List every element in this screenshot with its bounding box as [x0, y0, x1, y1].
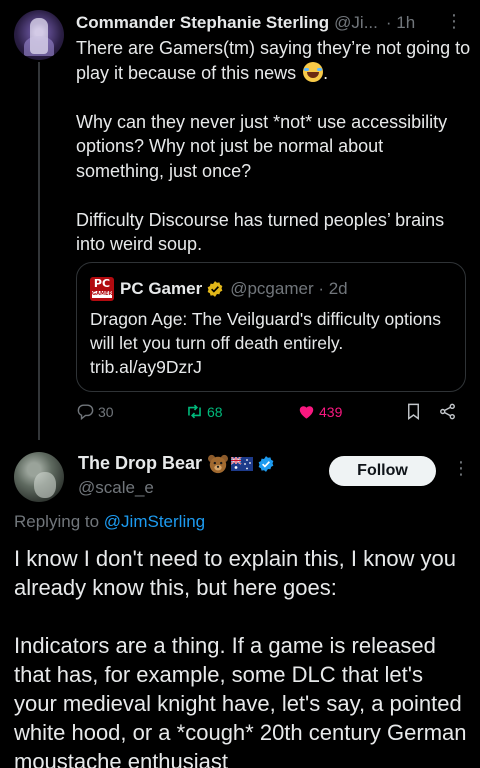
quoted-author-name: PC Gamer	[120, 279, 203, 298]
tweet-text: I know I don't need to explain this, I k…	[14, 544, 470, 768]
tweet-paragraph: I know I don't need to explain this, I k…	[14, 546, 457, 600]
author-handle[interactable]: @Ji...	[334, 13, 378, 33]
quoted-tweet-text: Dragon Age: The Veilguard's difficulty o…	[90, 309, 441, 377]
share-button[interactable]	[438, 402, 460, 421]
like-count: 439	[319, 403, 343, 420]
tweet-paragraph: Why can they never just *not* use access…	[76, 111, 448, 181]
tweet-paragraph: Difficulty Discourse has turned peoples’…	[76, 209, 445, 255]
laughing-emoji-icon	[303, 61, 324, 82]
verified-badge-icon	[258, 455, 274, 472]
repost-count: 68	[207, 403, 223, 420]
tweet-header: Commander Stephanie Sterling @Ji... · 1h…	[76, 11, 468, 35]
tweet-header: The Drop Bear	[78, 453, 275, 474]
reply-count: 30	[98, 403, 114, 420]
australia-flag-icon	[231, 456, 254, 471]
avatar[interactable]	[14, 10, 64, 60]
tweet-stephanie-sterling[interactable]: Commander Stephanie Sterling @Ji... · 1h…	[0, 0, 480, 440]
follow-button[interactable]: Follow	[329, 456, 436, 486]
replying-to: Replying to @JimSterling	[14, 512, 206, 531]
bear-emoji-icon	[208, 454, 229, 473]
more-icon[interactable]: ⋮	[452, 458, 470, 479]
tweet-paragraph: Indicators are a thing. If a game is rel…	[14, 633, 467, 768]
bookmark-button[interactable]	[404, 402, 426, 421]
avatar[interactable]	[14, 452, 64, 502]
tweet-actions: 30 68 439	[76, 400, 468, 426]
timestamp[interactable]: · 1h	[386, 13, 415, 33]
mention-link[interactable]: @JimSterling	[104, 512, 205, 531]
repost-button[interactable]: 68	[185, 402, 223, 421]
pc-gamer-logo-icon: PC GAMER	[90, 277, 114, 301]
author-handle[interactable]: @scale_e	[78, 478, 154, 498]
reply-button[interactable]: 30	[76, 402, 114, 421]
share-icon	[440, 403, 455, 420]
author-name[interactable]: Commander Stephanie Sterling	[76, 13, 329, 33]
thread-line	[38, 62, 40, 440]
quoted-tweet-header: PC GAMER PC Gamer @pcgamer · 2d	[90, 277, 348, 301]
tweet-drop-bear[interactable]: The Drop Bear @scale_e Follow ⋮ Replying…	[0, 440, 480, 768]
tweet-text: There are Gamers(tm) saying they’re not …	[76, 36, 472, 281]
repost-icon	[188, 404, 201, 419]
reply-icon	[77, 404, 94, 421]
quoted-link[interactable]: trib.al/ay9DzrJ	[90, 357, 202, 377]
gold-verified-icon	[207, 281, 223, 297]
quoted-tweet-card[interactable]: PC GAMER PC Gamer @pcgamer · 2d Dragon Ag…	[76, 262, 466, 392]
quoted-author-handle: @pcgamer · 2d	[230, 279, 348, 298]
more-icon[interactable]: ⋮	[445, 11, 464, 32]
heart-icon	[299, 406, 314, 419]
like-button[interactable]: 439	[297, 402, 342, 421]
tweet-paragraph: There are Gamers(tm) saying they’re not …	[76, 38, 471, 83]
author-name[interactable]: The Drop Bear	[78, 453, 202, 474]
bookmark-icon	[408, 403, 419, 421]
